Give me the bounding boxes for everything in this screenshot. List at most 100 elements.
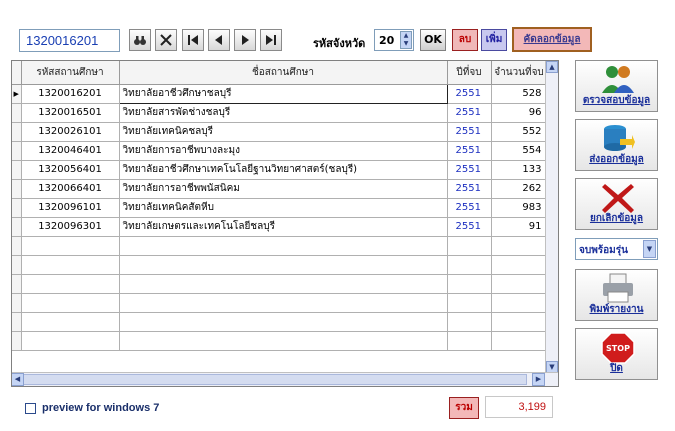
table-row[interactable]: 1320016501 วิทยาลัยสารพัดช่างชลบุรี 2551 96	[12, 103, 548, 123]
cell-year: 2551	[447, 84, 492, 104]
empty-cell	[491, 255, 548, 275]
table-row[interactable]: ▶ 1320016201 วิทยาลัยอาชีวศึกษาชลบุรี 2551 5…	[12, 83, 548, 104]
vertical-scrollbar[interactable]: ▲ ▼	[545, 61, 558, 373]
cell-code: 1320056401	[21, 160, 120, 180]
empty-cell	[119, 274, 448, 294]
prev-icon	[215, 35, 222, 45]
column-header-year[interactable]: ปีที่จบ	[447, 61, 492, 85]
scroll-right-icon[interactable]: ▶	[532, 373, 545, 386]
ok-button[interactable]: OK	[420, 29, 446, 51]
empty-cell	[491, 274, 548, 294]
clear-button[interactable]	[155, 29, 177, 51]
graduation-type-select[interactable]: จบพร้อมรุ่น ▼	[575, 238, 658, 260]
empty-cell	[119, 236, 448, 256]
add-button[interactable]: เพิ่ม	[481, 29, 507, 51]
province-spinner[interactable]: 20 ▲ ▼	[374, 29, 414, 51]
empty-cell	[447, 274, 492, 294]
school-code-input[interactable]: 1320016201	[19, 29, 120, 52]
table-row[interactable]: 1320026101 วิทยาลัยเทคนิคชลบุรี 2551 552	[12, 122, 548, 142]
row-selector[interactable]	[12, 217, 22, 237]
row-selector[interactable]	[12, 160, 22, 180]
preview-checkbox[interactable]	[25, 403, 36, 414]
binoculars-icon	[134, 36, 146, 45]
copy-data-button[interactable]: คัดลอกข้อมูล	[512, 27, 592, 52]
check-data-button[interactable]: ตรวจสอบข้อมูล	[575, 60, 658, 112]
last-record-button[interactable]	[260, 29, 282, 51]
sum-button[interactable]: รวม	[449, 397, 479, 419]
empty-cell	[12, 331, 22, 351]
stop-sign-icon: STOP	[601, 332, 635, 364]
column-header-count[interactable]: จำนวนที่จบ	[491, 61, 548, 85]
cell-code: 1320066401	[21, 179, 120, 199]
column-header-name[interactable]: ชื่อสถานศึกษา	[119, 61, 448, 85]
scroll-left-icon[interactable]: ◀	[12, 373, 24, 386]
empty-table-row[interactable]	[12, 293, 548, 313]
cell-name: วิทยาลัยเทคนิคชลบุรี	[119, 122, 448, 142]
row-selector[interactable]: ▶	[12, 84, 22, 104]
province-label: รหัสจังหวัด	[313, 37, 366, 50]
cancel-data-label: ยกเลิกข้อมูล	[589, 213, 644, 224]
table-row[interactable]: 1320046401 วิทยาลัยการอาชีพบางละมุง 2551 55…	[12, 141, 548, 161]
empty-table-row[interactable]	[12, 312, 548, 332]
empty-table-row[interactable]	[12, 274, 548, 294]
column-header-code[interactable]: รหัสสถานศึกษา	[21, 61, 120, 85]
close-icon	[160, 34, 172, 46]
spinner-arrows-icon[interactable]: ▲ ▼	[400, 31, 412, 49]
empty-cell	[21, 312, 120, 332]
prev-record-button[interactable]	[208, 29, 230, 51]
find-button[interactable]	[129, 29, 151, 51]
cell-count: 552	[491, 122, 548, 142]
empty-table-row[interactable]	[12, 236, 548, 256]
province-value: 20	[379, 34, 395, 47]
cell-year: 2551	[447, 198, 492, 218]
empty-cell	[21, 255, 120, 275]
cell-count: 96	[491, 103, 548, 123]
print-report-button[interactable]: พิมพ์รายงาน	[575, 269, 658, 321]
cell-count: 983	[491, 198, 548, 218]
row-selector[interactable]	[12, 179, 22, 199]
table-row[interactable]: 1320096301 วิทยาลัยเกษตรและเทคโนโลยีชลบุร…	[12, 217, 548, 237]
database-export-icon	[604, 125, 635, 151]
row-selector[interactable]	[12, 141, 22, 161]
empty-cell	[447, 255, 492, 275]
cell-name: วิทยาลัยเกษตรและเทคโนโลยีชลบุรี	[119, 217, 448, 237]
empty-cell	[21, 331, 120, 351]
sum-total-value: 3,199	[485, 396, 553, 418]
table-row[interactable]: 1320096101 วิทยาลัยเทคนิคสัตหีบ 2551 983	[12, 198, 548, 218]
row-selector[interactable]	[12, 122, 22, 142]
cell-year: 2551	[447, 141, 492, 161]
table-row[interactable]: 1320066401 วิทยาลัยการอาชีพพนัสนิคม 2551 26…	[12, 179, 548, 199]
empty-cell	[447, 312, 492, 332]
check-data-label: ตรวจสอบข้อมูล	[582, 95, 651, 106]
cell-count: 262	[491, 179, 548, 199]
empty-cell	[21, 236, 120, 256]
empty-cell	[12, 312, 22, 332]
horizontal-scroll-thumb[interactable]	[15, 374, 527, 385]
empty-cell	[21, 293, 120, 313]
row-selector[interactable]	[12, 103, 22, 123]
row-selector[interactable]	[12, 198, 22, 218]
cell-code: 1320096101	[21, 198, 120, 218]
next-icon	[242, 35, 249, 45]
scroll-up-icon[interactable]: ▲	[546, 61, 558, 73]
close-button[interactable]: STOP ปิด	[575, 328, 658, 380]
empty-table-row[interactable]	[12, 331, 548, 351]
horizontal-scrollbar[interactable]: ◀ ▶	[12, 372, 558, 386]
table-row[interactable]: 1320056401 วิทยาลัยอาชีวศึกษาเทคโนโลยีฐาน…	[12, 160, 548, 180]
cell-name: วิทยาลัยเทคนิคสัตหีบ	[119, 198, 448, 218]
empty-cell	[447, 236, 492, 256]
empty-cell	[12, 293, 22, 313]
cancel-data-button[interactable]: ยกเลิกข้อมูล	[575, 178, 658, 230]
schools-grid[interactable]: รหัสสถานศึกษา ชื่อสถานศึกษา ปีที่จบ จำนว…	[11, 60, 559, 387]
preview-label[interactable]: preview for windows 7	[42, 402, 159, 414]
next-record-button[interactable]	[234, 29, 256, 51]
delete-button[interactable]: ลบ	[452, 29, 478, 51]
cell-code: 1320096301	[21, 217, 120, 237]
export-data-button[interactable]: ส่งออกข้อมูล	[575, 119, 658, 171]
empty-table-row[interactable]	[12, 255, 548, 275]
chevron-down-icon[interactable]: ▼	[643, 240, 656, 258]
first-record-button[interactable]	[182, 29, 204, 51]
cell-code: 1320016201	[21, 84, 120, 104]
empty-cell	[491, 236, 548, 256]
empty-cell	[491, 293, 548, 313]
